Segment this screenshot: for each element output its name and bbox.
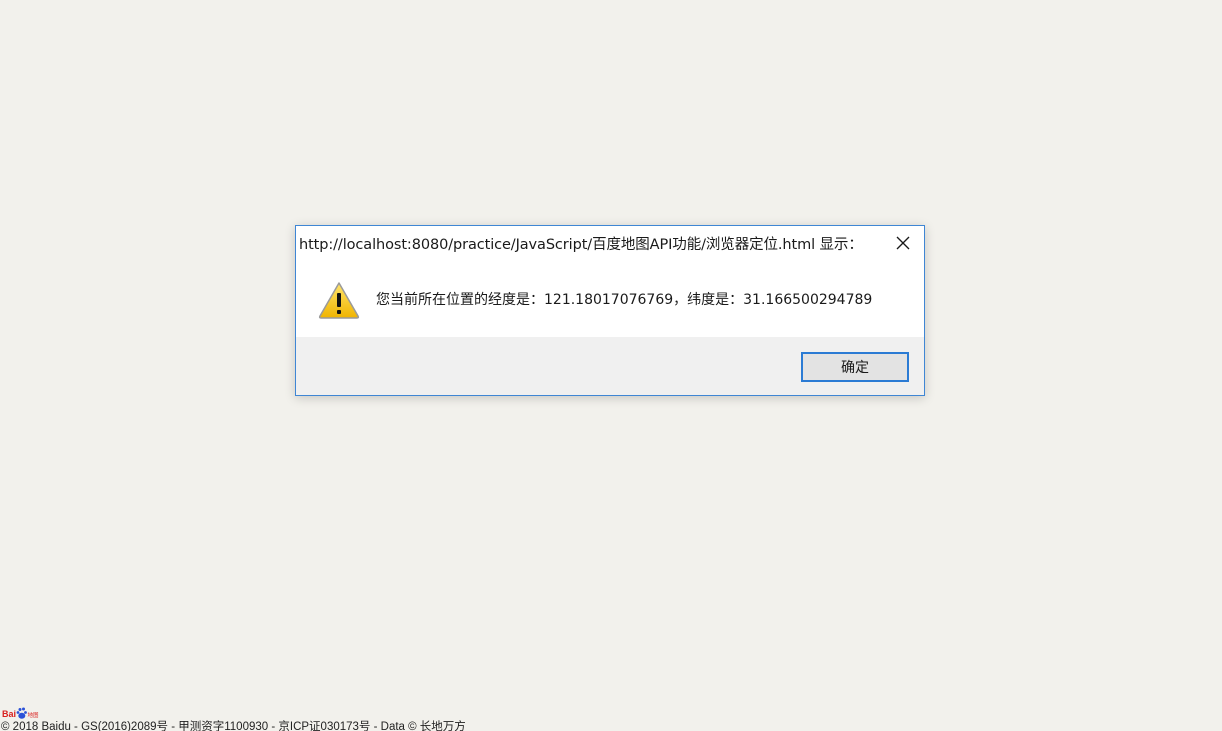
close-button[interactable]: [890, 230, 916, 256]
dialog-body: 您当前所在位置的经度是：121.18017076769，纬度是：31.16650…: [296, 266, 924, 338]
dialog-title: http://localhost:8080/practice/JavaScrip…: [299, 237, 863, 253]
warning-icon: [318, 282, 360, 319]
close-icon: [896, 236, 910, 250]
dialog-footer: 确定: [296, 337, 924, 395]
dialog-message: 您当前所在位置的经度是：121.18017076769，纬度是：31.16650…: [376, 292, 873, 308]
map-copyright: © 2018 Baidu - GS(2016)2089号 - 甲测资字11009…: [1, 721, 466, 731]
alert-dialog: http://localhost:8080/practice/JavaScrip…: [295, 225, 925, 396]
ok-button[interactable]: 确定: [801, 352, 909, 382]
